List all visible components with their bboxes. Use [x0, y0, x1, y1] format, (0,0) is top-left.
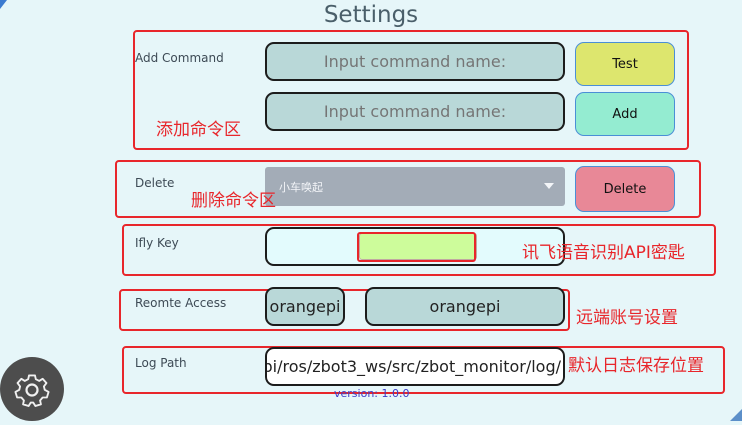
command-name-input-2[interactable]	[265, 92, 565, 131]
remote-annotation: 远端账号设置	[576, 308, 678, 328]
log-path-value: /home/orangepi/ros/zbot3_ws/src/zbot_mon…	[265, 357, 561, 376]
add-command-label: Add Command	[135, 51, 224, 65]
delete-button[interactable]: Delete	[575, 166, 675, 212]
command-name-input-1[interactable]	[265, 42, 565, 81]
log-annotation: 默认日志保存位置	[568, 356, 704, 376]
log-path-field[interactable]: /home/orangepi/ros/zbot3_ws/src/zbot_mon…	[265, 347, 565, 386]
remote-password-field[interactable]: orangepi	[365, 287, 565, 326]
remote-access-label: Reomte Access	[135, 296, 227, 310]
remote-username-field[interactable]: orangepi	[265, 287, 345, 326]
add-button[interactable]: Add	[575, 92, 675, 136]
ifly-key-label: Ifly Key	[135, 236, 179, 250]
page-title: Settings	[323, 2, 419, 28]
command-select[interactable]: 小车唤起	[265, 167, 565, 206]
settings-button[interactable]	[0, 357, 64, 421]
chevron-down-icon	[544, 183, 554, 189]
add-command-annotation: 添加命令区	[156, 120, 241, 140]
ifly-annotation: 讯飞语音识别API密匙	[522, 243, 685, 263]
version-label: version: 1.0.0	[334, 387, 410, 400]
command-select-value: 小车唤起	[279, 180, 323, 194]
delete-annotation: 删除命令区	[191, 191, 276, 211]
gear-icon	[14, 374, 50, 407]
resize-grip[interactable]	[730, 409, 742, 421]
ifly-key-highlight	[357, 232, 476, 262]
test-button[interactable]: Test	[575, 42, 675, 86]
delete-label: Delete	[135, 176, 175, 190]
log-path-label: Log Path	[135, 356, 187, 370]
